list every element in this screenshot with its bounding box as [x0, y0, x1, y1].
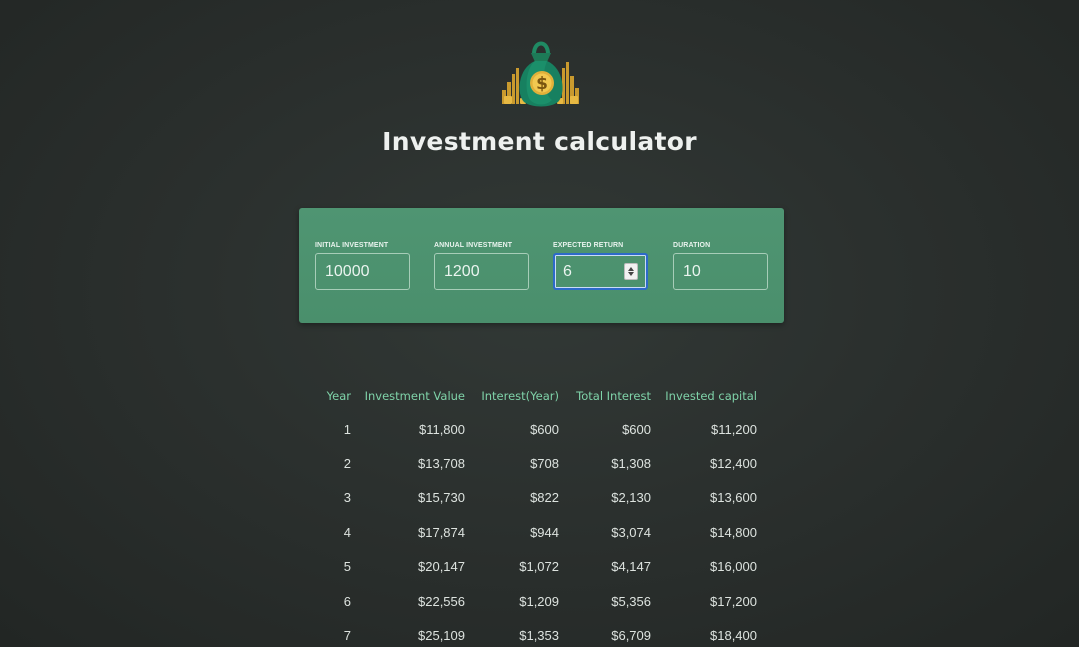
annual-investment-field: ANNUAL INVESTMENT 1200	[434, 242, 529, 290]
header-invested-capital: Invested capital	[665, 389, 757, 403]
initial-investment-field: INITIAL INVESTMENT 10000	[315, 242, 410, 290]
cell-total-interest: $5,356	[611, 593, 651, 609]
cell-invested-capital: $16,000	[710, 559, 757, 575]
cell-invested-capital: $14,800	[710, 524, 757, 540]
stepper-up-icon[interactable]	[628, 267, 634, 271]
cell-year: 4	[343, 524, 351, 540]
cell-investment-value: $20,147	[418, 559, 465, 575]
cell-investment-value: $15,730	[418, 490, 465, 506]
header-investment-value: Investment Value	[364, 389, 465, 403]
cell-investment-value: $17,874	[418, 524, 465, 540]
cell-investment-value: $22,556	[418, 593, 465, 609]
duration-field: DURATION 10	[673, 242, 768, 290]
cell-year: 1	[343, 421, 351, 437]
table-row: 1 $11,800 $600 $600 $11,200	[317, 412, 757, 446]
cell-invested-capital: $13,600	[710, 490, 757, 506]
duration-input[interactable]: 10	[673, 253, 768, 290]
duration-label: DURATION	[673, 242, 711, 249]
cell-total-interest: $600	[622, 421, 651, 437]
cell-interest-year: $822	[530, 490, 559, 506]
cell-investment-value: $25,109	[418, 628, 465, 644]
cell-year: 2	[343, 456, 351, 472]
cell-invested-capital: $11,200	[710, 421, 757, 437]
cell-interest-year: $1,072	[519, 559, 559, 575]
cell-total-interest: $6,709	[611, 628, 651, 644]
cell-interest-year: $1,209	[519, 593, 559, 609]
header-year: Year	[326, 389, 351, 403]
table-row: 3 $15,730 $822 $2,130 $13,600	[317, 481, 757, 515]
table-row: 7 $25,109 $1,353 $6,709 $18,400	[317, 618, 757, 647]
table-row: 4 $17,874 $944 $3,074 $14,800	[317, 515, 757, 549]
cell-total-interest: $2,130	[611, 490, 651, 506]
expected-return-value: 6	[563, 263, 572, 280]
initial-investment-label: INITIAL INVESTMENT	[315, 242, 389, 249]
cell-year: 5	[343, 559, 351, 575]
cell-investment-value: $13,708	[418, 456, 465, 472]
cell-year: 6	[343, 593, 351, 609]
number-stepper[interactable]	[624, 263, 638, 280]
annual-investment-label: ANNUAL INVESTMENT	[434, 242, 513, 249]
table-header-row: Year Investment Value Interest(Year) Tot…	[317, 380, 757, 412]
annual-investment-input[interactable]: 1200	[434, 253, 529, 290]
page-title: Investment calculator	[382, 127, 697, 156]
cell-invested-capital: $18,400	[710, 628, 757, 644]
cell-total-interest: $3,074	[611, 524, 651, 540]
cell-investment-value: $11,800	[418, 421, 465, 437]
initial-investment-input[interactable]: 10000	[315, 253, 410, 290]
table-row: 6 $22,556 $1,209 $5,356 $17,200	[317, 584, 757, 618]
table-row: 5 $20,147 $1,072 $4,147 $16,000	[317, 550, 757, 584]
header-interest-year: Interest(Year)	[481, 389, 559, 403]
cell-year: 3	[343, 490, 351, 506]
expected-return-input[interactable]: 6	[553, 253, 648, 290]
cell-total-interest: $1,308	[611, 456, 651, 472]
results-table: Year Investment Value Interest(Year) Tot…	[317, 380, 757, 647]
table-row: 2 $13,708 $708 $1,308 $12,400	[317, 446, 757, 480]
stepper-down-icon[interactable]	[628, 272, 634, 276]
input-panel: INITIAL INVESTMENT 10000 ANNUAL INVESTME…	[299, 208, 784, 323]
money-bag-icon: $	[500, 38, 582, 108]
svg-text:$: $	[536, 74, 548, 94]
cell-invested-capital: $17,200	[710, 593, 757, 609]
cell-interest-year: $600	[530, 421, 559, 437]
cell-total-interest: $4,147	[611, 559, 651, 575]
expected-return-label: EXPECTED RETURN	[553, 242, 624, 249]
cell-invested-capital: $12,400	[710, 456, 757, 472]
expected-return-field: EXPECTED RETURN 6	[553, 242, 648, 290]
cell-year: 7	[343, 628, 351, 644]
cell-interest-year: $1,353	[519, 628, 559, 644]
cell-interest-year: $708	[530, 456, 559, 472]
cell-interest-year: $944	[530, 524, 559, 540]
header-total-interest: Total Interest	[576, 389, 651, 403]
